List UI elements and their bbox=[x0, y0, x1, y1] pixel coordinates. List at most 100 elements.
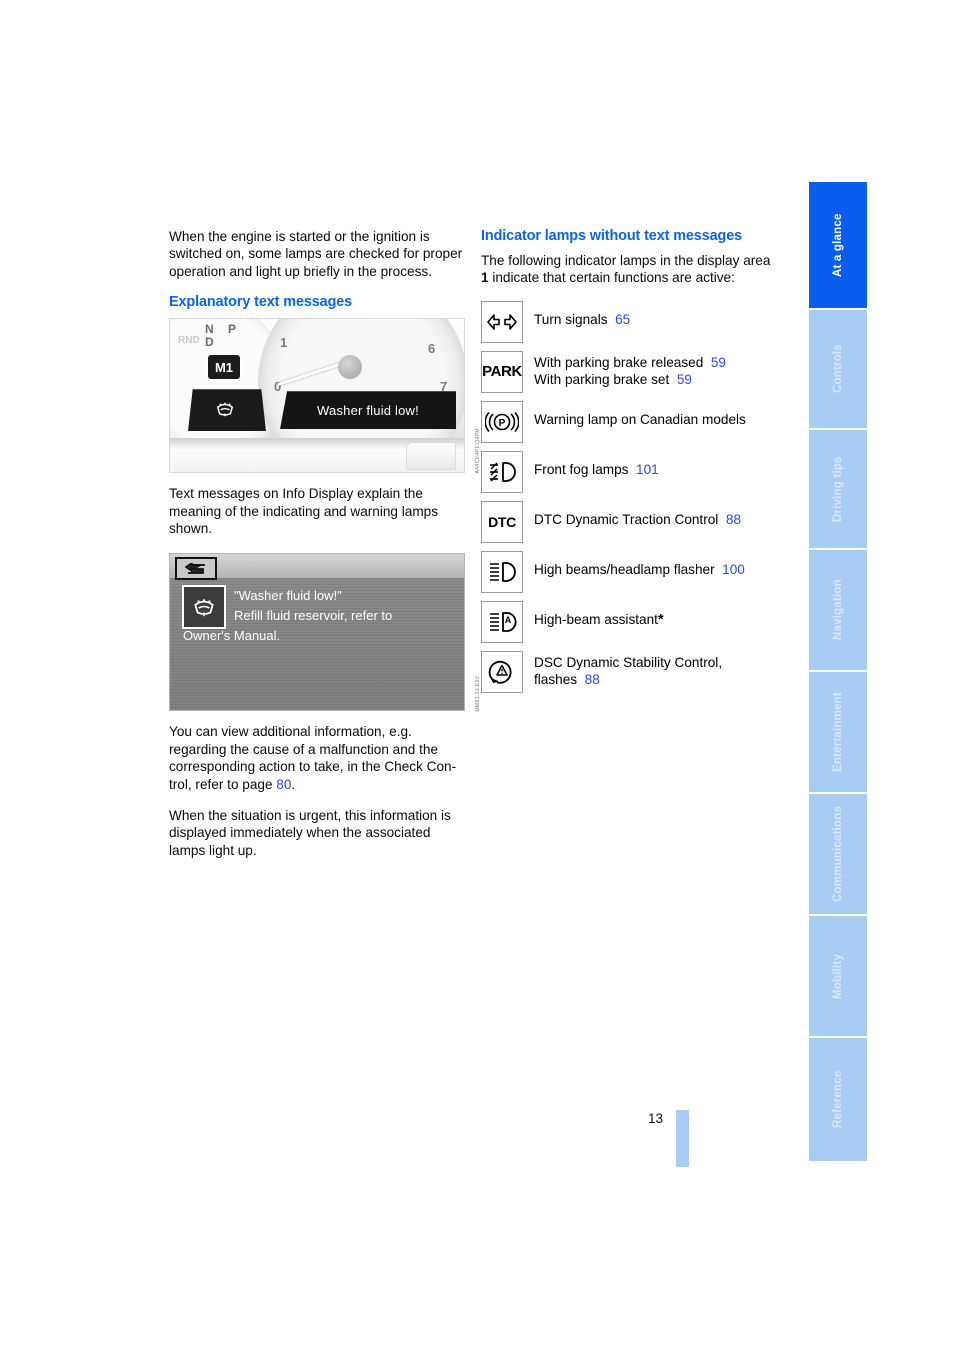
lamp-line-text: High-beam assistant bbox=[534, 611, 658, 627]
instrument-cluster-image: RND N D P M1 0 1 6 7 Washer fluid low! bbox=[169, 318, 465, 474]
lamp-page-ref[interactable]: 100 bbox=[722, 562, 745, 577]
display-area-number: 1 bbox=[481, 270, 489, 286]
lamp-row-front-fog: Front fog lamps 101 bbox=[481, 450, 781, 493]
check-control-text-b: . bbox=[291, 776, 296, 792]
sidebar-tab-mobility[interactable]: Mobility bbox=[809, 916, 867, 1038]
figure-info-display: "Washer fluid low!" Refill fluid reservo… bbox=[169, 553, 481, 712]
page-ref-80[interactable]: 80 bbox=[276, 777, 291, 792]
front-fog-lamp-icon bbox=[481, 450, 523, 493]
info-display-washer-icon bbox=[182, 585, 226, 630]
sidebar-tab-reference[interactable]: Reference bbox=[809, 1038, 867, 1161]
lamp-label-front-fog: Front fog lamps 101 bbox=[534, 451, 659, 478]
intro-text-a: The following indicator lamps in the dis… bbox=[481, 253, 771, 268]
sidebar-tab-navigation[interactable]: Navigation bbox=[809, 550, 867, 672]
intro-paragraph: When the engine is started or the igniti… bbox=[169, 229, 463, 279]
lamp-line: DTC Dynamic Traction Control 88 bbox=[534, 511, 741, 528]
back-arrow-icon bbox=[175, 557, 217, 581]
lamp-label-parking-brake: With parking brake released 59 With park… bbox=[534, 351, 726, 389]
sidebar-tab-label: Navigation bbox=[832, 579, 844, 641]
lamp-page-ref[interactable]: 88 bbox=[726, 512, 741, 527]
gear-p: P bbox=[228, 322, 237, 337]
lamp-line-text: Turn signals bbox=[534, 311, 608, 327]
right-column: Indicator lamps without text messages Th… bbox=[481, 228, 781, 701]
lamp-line: With parking brake released 59 bbox=[534, 354, 726, 371]
lamp-row-high-beam-assistant: A High-beam assistant* bbox=[481, 600, 781, 643]
lamp-page-ref[interactable]: 59 bbox=[711, 355, 726, 370]
gear-indicator: N D bbox=[205, 323, 214, 349]
turn-signal-arrows-icon bbox=[481, 300, 523, 343]
washer-fluid-symbol-icon bbox=[216, 402, 234, 417]
svg-text:A: A bbox=[505, 615, 512, 625]
lamp-row-turn-signals: Turn signals 65 bbox=[481, 300, 781, 343]
high-beam-icon bbox=[481, 550, 523, 593]
info-display-line1: "Washer fluid low!" bbox=[234, 588, 342, 604]
high-beam-assistant-icon: A bbox=[481, 600, 523, 643]
lamp-line-text: With parking brake released bbox=[534, 354, 704, 370]
lamp-label-high-beams: High beams/headlamp flasher 100 bbox=[534, 551, 745, 578]
sidebar-tab-label: Controls bbox=[832, 344, 844, 394]
figure-instrument-cluster: RND N D P M1 0 1 6 7 Washer fluid low! A… bbox=[169, 318, 481, 474]
gear-faint-letters: RND bbox=[178, 335, 200, 347]
page-number: 13 bbox=[648, 1111, 664, 1126]
lamp-line: Front fog lamps 101 bbox=[534, 461, 659, 478]
lamp-line: flashes 88 bbox=[534, 671, 722, 688]
tacho-num-6: 6 bbox=[428, 341, 436, 357]
dsc-icon bbox=[481, 650, 523, 693]
lamp-line-text: Front fog lamps bbox=[534, 461, 629, 477]
cluster-message: Washer fluid low! bbox=[280, 391, 456, 430]
lamp-line-text: Warning lamp on Canadian models bbox=[534, 411, 746, 427]
page-number-bar bbox=[676, 1110, 689, 1167]
paragraph-after-cluster: Text messages on Info Display explain th… bbox=[169, 486, 439, 537]
intro-text-b: indicate that certain functions are acti… bbox=[488, 270, 735, 286]
lamp-label-dsc: DSC Dynamic Stability Control, flashes 8… bbox=[534, 651, 722, 689]
manual-page: When the engine is started or the igniti… bbox=[0, 0, 954, 1351]
lamp-line: Turn signals 65 bbox=[534, 311, 630, 328]
sidebar-tab-controls[interactable]: Controls bbox=[809, 310, 867, 430]
tacho-num-1: 1 bbox=[280, 335, 288, 351]
lamp-page-ref[interactable]: 88 bbox=[585, 672, 600, 687]
lamp-label-high-beam-assistant: High-beam assistant* bbox=[534, 601, 664, 628]
dtc-icon: DTC bbox=[481, 500, 523, 543]
sidebar-tab-label: Mobility bbox=[832, 953, 844, 999]
svg-text:P: P bbox=[499, 418, 506, 429]
lamp-line: Warning lamp on Canadian models bbox=[534, 411, 746, 428]
sidebar-tab-entertainment[interactable]: Entertainment bbox=[809, 672, 867, 794]
lamp-label-turn-signals: Turn signals 65 bbox=[534, 301, 630, 328]
sidebar-tab-at-a-glance[interactable]: At a glance bbox=[809, 182, 867, 310]
lamp-label-canadian-warning: Warning lamp on Canadian models bbox=[534, 401, 746, 428]
sidebar-tab-communications[interactable]: Communications bbox=[809, 794, 867, 916]
sidebar-tab-label: Driving tips bbox=[832, 456, 844, 522]
manual-gear-box: M1 bbox=[208, 355, 240, 380]
info-display-line2: Refill fluid reservoir, refer to bbox=[234, 608, 393, 624]
left-column: When the engine is started or the igniti… bbox=[169, 228, 481, 859]
sidebar-tab-label: Entertainment bbox=[832, 692, 844, 772]
lamp-label-dtc: DTC Dynamic Traction Control 88 bbox=[534, 501, 741, 528]
lamp-row-dsc: DSC Dynamic Stability Control, flashes 8… bbox=[481, 650, 781, 693]
chapter-tabs-sidebar: At a glance Controls Driving tips Naviga… bbox=[809, 182, 867, 1165]
lamp-line-text: flashes bbox=[534, 672, 578, 688]
indicator-lamps-intro: The following indicator lamps in the dis… bbox=[481, 252, 781, 287]
paragraph-check-control: You can view additional information, e.g… bbox=[169, 723, 465, 793]
lamp-line: With parking brake set 59 bbox=[534, 371, 726, 388]
dtc-icon-text: DTC bbox=[488, 513, 516, 530]
park-icon-text: PARK bbox=[482, 363, 522, 381]
indicator-lamps-heading: Indicator lamps without text messages bbox=[481, 228, 742, 244]
sidebar-tab-driving-tips[interactable]: Driving tips bbox=[809, 430, 867, 550]
explanatory-text-messages-heading: Explanatory text messages bbox=[169, 294, 353, 311]
lamp-row-dtc: DTC DTC Dynamic Traction Control 88 bbox=[481, 500, 781, 543]
lamp-page-ref[interactable]: 101 bbox=[636, 462, 659, 477]
lamp-line: High-beam assistant* bbox=[534, 611, 664, 628]
lamp-row-canadian-warning: P Warning lamp on Canadian models bbox=[481, 400, 781, 443]
lamp-line-text: DTC Dynamic Traction Control bbox=[534, 511, 719, 527]
lamp-page-ref[interactable]: 65 bbox=[615, 312, 630, 327]
lamp-line: DSC Dynamic Stability Control, bbox=[534, 654, 722, 671]
paragraph-urgent: When the situation is urgent, this infor… bbox=[169, 808, 451, 858]
park-brake-icon: PARK bbox=[481, 350, 523, 393]
check-control-text-a: You can view additional information, e.g… bbox=[169, 724, 457, 792]
lamp-line: High beams/headlamp flasher 100 bbox=[534, 561, 745, 578]
sidebar-tab-label: Communications bbox=[832, 805, 844, 903]
lamp-line-text: High beams/headlamp flasher bbox=[534, 561, 715, 577]
lamp-page-ref[interactable]: 59 bbox=[677, 372, 692, 387]
lamp-row-parking-brake: PARK With parking brake released 59 With… bbox=[481, 350, 781, 393]
gear-d: D bbox=[205, 335, 214, 350]
